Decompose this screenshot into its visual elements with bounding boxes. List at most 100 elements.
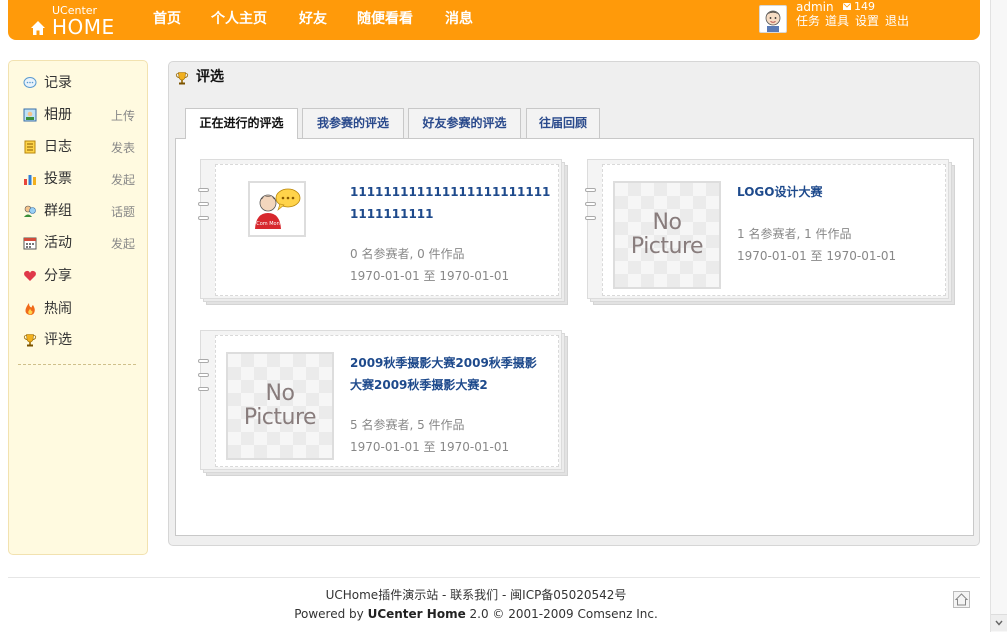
- contest-title-link[interactable]: 2009秋季摄影大赛2009秋季摄影大赛2009秋季摄影大赛2: [350, 352, 546, 396]
- home-icon: [31, 21, 45, 35]
- site-name-link[interactable]: UCHome插件演示站: [326, 588, 439, 602]
- contest-dates: 1970-01-01 至 1970-01-01: [737, 249, 897, 263]
- contest-stats: 5 名参赛者, 5 件作品: [350, 418, 465, 432]
- sidebar-item-hot[interactable]: 热闹: [23, 299, 135, 319]
- scroll-down-button[interactable]: [991, 614, 1007, 631]
- tab-friends-entries[interactable]: 好友参赛的评选: [408, 108, 521, 138]
- sidebar-divider: [18, 364, 136, 365]
- sidebar-item-contest[interactable]: 评选: [23, 330, 135, 350]
- contest-avatar-icon: Com Mon: [255, 188, 301, 229]
- fire-icon: [25, 303, 35, 315]
- contest-list-panel: Com Mon 11111111111111111111111111111111…: [175, 138, 974, 536]
- upload-link[interactable]: 上传: [111, 109, 135, 123]
- no-picture-line-2: Picture: [630, 234, 704, 259]
- publish-link[interactable]: 发表: [111, 141, 135, 155]
- props-link[interactable]: 道具: [825, 14, 849, 28]
- binder-ring: [198, 373, 209, 377]
- sidebar-item-event[interactable]: 活动 发起: [23, 233, 135, 253]
- logout-link[interactable]: 退出: [885, 14, 909, 28]
- contest-title-link[interactable]: LOGO设计大赛: [737, 181, 941, 203]
- powered-prefix: Powered by: [294, 607, 368, 621]
- tab-my-entries[interactable]: 我参赛的评选: [302, 108, 404, 138]
- footer-links: UCHome插件演示站 - 联系我们 - 闽ICP备05020542号: [0, 587, 952, 603]
- sidebar-item-label: 投票: [44, 171, 72, 187]
- chevron-down-icon: [995, 620, 1003, 626]
- group-icon: [24, 205, 36, 217]
- nav-explore[interactable]: 随便看看: [357, 10, 413, 28]
- footer-separator: -: [498, 588, 511, 602]
- no-picture-line-2: Picture: [243, 405, 317, 430]
- no-picture-thumbnail[interactable]: No Picture: [226, 352, 334, 460]
- binder-ring: [198, 188, 209, 192]
- logo[interactable]: UCenter HOME: [30, 3, 120, 38]
- no-picture-line-1: No: [265, 381, 295, 406]
- sidebar-item-label: 分享: [44, 268, 72, 284]
- back-to-top-button[interactable]: [953, 591, 970, 608]
- nav-home[interactable]: 首页: [153, 10, 181, 28]
- main-content: 评选 正在进行的评选 我参赛的评选 好友参赛的评选 往届回顾 Com Mon 1…: [168, 61, 980, 546]
- nav-profile[interactable]: 个人主页: [211, 10, 267, 28]
- bar-chart-icon: [24, 175, 36, 185]
- binder-ring: [198, 202, 209, 206]
- sidebar-item-label: 热闹: [44, 301, 72, 317]
- username-link[interactable]: admin: [796, 0, 834, 14]
- sidebar-item-album[interactable]: 相册 上传: [23, 105, 135, 125]
- no-picture-thumbnail[interactable]: No Picture: [613, 181, 721, 289]
- contest-dates: 1970-01-01 至 1970-01-01: [350, 269, 510, 283]
- sidebar-item-label: 评选: [44, 332, 72, 348]
- avatar-face-icon: [765, 10, 781, 32]
- trophy-icon: [175, 72, 189, 85]
- contest-stats: 1 名参赛者, 1 件作品: [737, 227, 852, 241]
- contact-link[interactable]: 联系我们: [450, 588, 498, 602]
- contest-title-link[interactable]: 1111111111111111111111111111111111: [350, 181, 554, 225]
- notice-icon: [843, 3, 851, 10]
- start-event-link[interactable]: 发起: [111, 237, 135, 251]
- contest-card: No Picture LOGO设计大赛 1 名参赛者, 1 件作品 1970-0…: [585, 159, 957, 307]
- user-avatar[interactable]: [759, 5, 787, 33]
- start-poll-link[interactable]: 发起: [111, 173, 135, 187]
- footer-divider: [8, 577, 980, 578]
- powered-brand-link[interactable]: UCenter Home: [368, 607, 466, 621]
- sidebar-item-blog[interactable]: 日志 发表: [23, 137, 135, 157]
- calendar-icon: [23, 237, 37, 250]
- sidebar-item-label: 活动: [44, 235, 72, 251]
- nav-friends[interactable]: 好友: [299, 10, 327, 28]
- contest-stats: 0 名参赛者, 0 件作品: [350, 247, 465, 261]
- sidebar-item-poll[interactable]: 投票 发起: [23, 169, 135, 189]
- sidebar: 记录 相册 上传 日志 发表 投票 发起 群组 话题 活动 发起 分享 热闹 评…: [8, 60, 148, 555]
- settings-link[interactable]: 设置: [855, 14, 879, 28]
- photo-icon: [23, 108, 37, 122]
- task-link[interactable]: 任务: [796, 14, 820, 28]
- footer-separator: -: [438, 588, 451, 602]
- binder-ring: [585, 202, 596, 206]
- page-title: 评选: [196, 69, 224, 85]
- svg-text:Com Mon: Com Mon: [256, 221, 280, 227]
- sidebar-item-label: 群组: [44, 203, 72, 219]
- binder-ring: [198, 387, 209, 391]
- contest-card: Com Mon 11111111111111111111111111111111…: [198, 159, 570, 307]
- tab-ongoing[interactable]: 正在进行的评选: [185, 108, 298, 139]
- topic-link[interactable]: 话题: [111, 205, 135, 219]
- bubble-icon: [23, 77, 37, 88]
- contest-card: No Picture 2009秋季摄影大赛2009秋季摄影大赛2009秋季摄影大…: [198, 330, 570, 478]
- powered-suffix: 2.0 © 2001-2009 Comsenz Inc.: [465, 607, 658, 621]
- sidebar-item-group[interactable]: 群组 话题: [23, 201, 135, 221]
- binder-ring: [585, 216, 596, 220]
- no-picture-line-1: No: [652, 210, 682, 235]
- sidebar-item-records[interactable]: 记录: [23, 73, 135, 93]
- icp-link[interactable]: 闽ICP备05020542号: [510, 588, 626, 602]
- notice-count[interactable]: 149: [854, 0, 875, 14]
- nav-messages[interactable]: 消息: [445, 10, 473, 28]
- binder-ring: [198, 216, 209, 220]
- sidebar-item-label: 相册: [44, 107, 72, 123]
- page-scrollbar[interactable]: [990, 0, 1007, 632]
- top-header: UCenter HOME 首页 个人主页 好友 随便看看 消息 admin 14…: [8, 0, 980, 40]
- sidebar-item-share[interactable]: 分享: [23, 266, 135, 286]
- contest-thumbnail[interactable]: Com Mon: [248, 181, 306, 237]
- heart-icon: [24, 270, 36, 281]
- notebook-icon: [24, 140, 36, 154]
- tab-past[interactable]: 往届回顾: [526, 108, 600, 138]
- contest-dates: 1970-01-01 至 1970-01-01: [350, 440, 510, 454]
- binder-ring: [585, 188, 596, 192]
- binder-ring: [198, 359, 209, 363]
